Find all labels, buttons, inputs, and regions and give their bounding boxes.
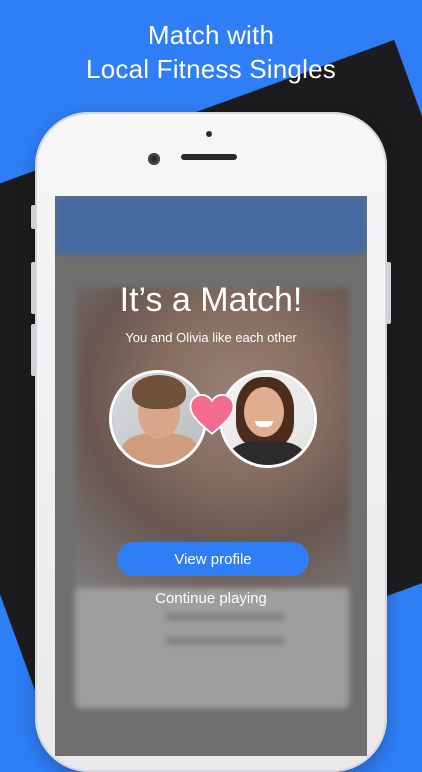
headline-line-1: Match with	[147, 20, 275, 50]
continue-playing-button[interactable]: Continue playing	[55, 590, 367, 607]
front-camera-icon	[148, 153, 160, 165]
match-subtitle: You and Olivia like each other	[125, 330, 297, 345]
headline-line-2: Local Fitness Singles	[86, 54, 336, 84]
proximity-sensor	[206, 131, 212, 137]
match-title: It’s a Match!	[119, 281, 303, 319]
power-button	[386, 262, 391, 324]
dim-overlay	[55, 196, 367, 756]
phone-frame: It’s a Match! You and Olivia like each o…	[31, 112, 391, 772]
volume-up-button	[31, 262, 36, 314]
earpiece-speaker	[181, 154, 237, 160]
mute-switch	[31, 205, 36, 229]
heart-icon	[189, 394, 235, 435]
promo-headline: Match with Local Fitness Singles	[0, 18, 422, 86]
volume-down-button	[31, 324, 36, 376]
phone-screen: It’s a Match! You and Olivia like each o…	[55, 196, 367, 756]
view-profile-button[interactable]: View profile	[117, 542, 309, 576]
